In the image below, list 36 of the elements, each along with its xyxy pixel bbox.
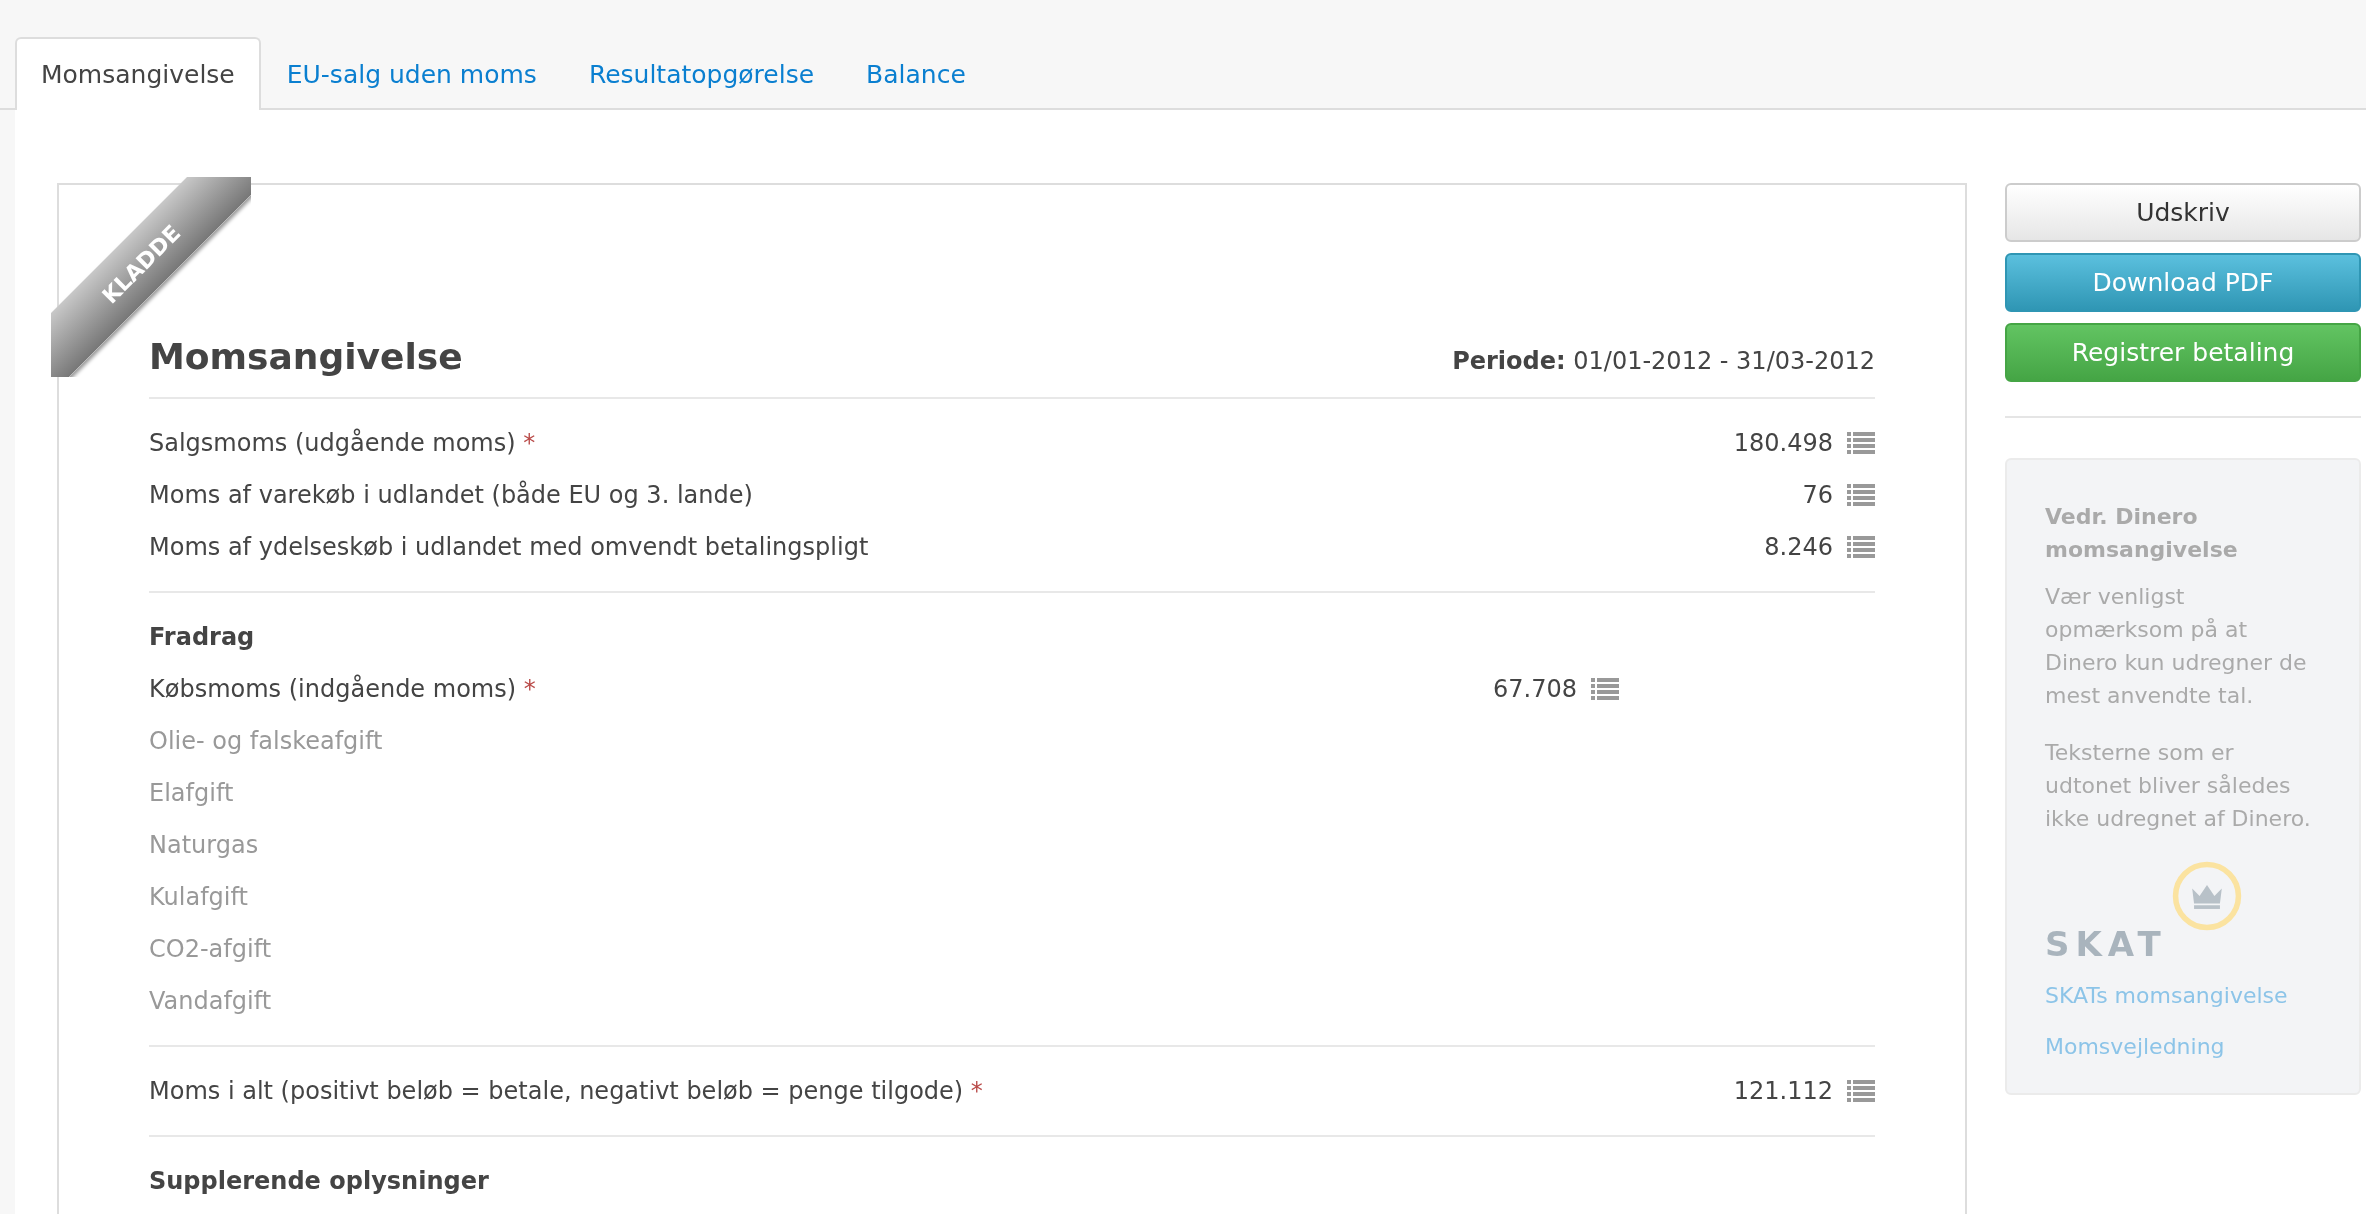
row-label: CO2-afgift (149, 934, 273, 965)
action-button[interactable]: Registrer betaling (2005, 323, 2361, 382)
tab[interactable]: Resultatopgørelse (562, 37, 841, 110)
amount-text: 76 (1802, 480, 1833, 511)
info-paragraph: Vær venligst opmærksom på at Dinero kun udregner de mest anvendte tal. (2045, 583, 2308, 710)
row-label: Moms af varekøb i udlandet (både EU og 3. lande) (149, 479, 754, 511)
tab[interactable]: Balance (840, 37, 992, 110)
period-text: Periode: 01/01-2012 - 31/03-2012 (1452, 346, 1875, 377)
row-label: Kulafgift (149, 882, 249, 913)
logo-wordmark: SKAT (2045, 927, 2168, 961)
row-label: Købsmoms (indgående moms) * (149, 673, 537, 705)
amount-text: 121.112 (1733, 1076, 1833, 1107)
amount-text: 67.708 (1493, 674, 1577, 705)
amount-text: 8.246 (1764, 532, 1833, 563)
amount-text: 180.498 (1733, 428, 1833, 459)
list-icon[interactable] (1847, 432, 1875, 454)
list-icon[interactable] (1847, 484, 1875, 506)
list-icon[interactable] (1847, 536, 1875, 558)
action-button[interactable]: Download PDF (2005, 253, 2361, 312)
list-icon[interactable] (1847, 1080, 1875, 1102)
crown-emblem-icon (2170, 859, 2244, 933)
row-label: Moms af ydelseskøb i udlandet med omvendt betalingspligt (149, 532, 870, 563)
action-button[interactable]: Udskriv (2005, 183, 2361, 242)
info-paragraph: Teksterne som er udtonet bliver således ikke udregnet af Dinero. (2045, 739, 2312, 833)
tab[interactable]: EU-salg uden moms (260, 37, 563, 110)
row-label: Salgsmoms (udgående moms) * (149, 427, 537, 459)
section-heading: Fradrag (149, 622, 256, 653)
list-icon[interactable] (1591, 678, 1619, 700)
tab[interactable]: Momsangivelse (15, 37, 261, 110)
row-label: Elafgift (149, 778, 235, 809)
info-title: Vedr. Dinero momsangivelse (2045, 503, 2239, 564)
row-label: Olie- og falskeafgift (149, 726, 384, 757)
row-label: Vandafgift (149, 986, 273, 1017)
section-heading: Supplerende oplysninger (149, 1166, 490, 1197)
row-label: Naturgas (149, 830, 260, 861)
row-label: Moms i alt (positivt beløb = betale, negativt beløb = penge tilgode) * (149, 1076, 984, 1107)
